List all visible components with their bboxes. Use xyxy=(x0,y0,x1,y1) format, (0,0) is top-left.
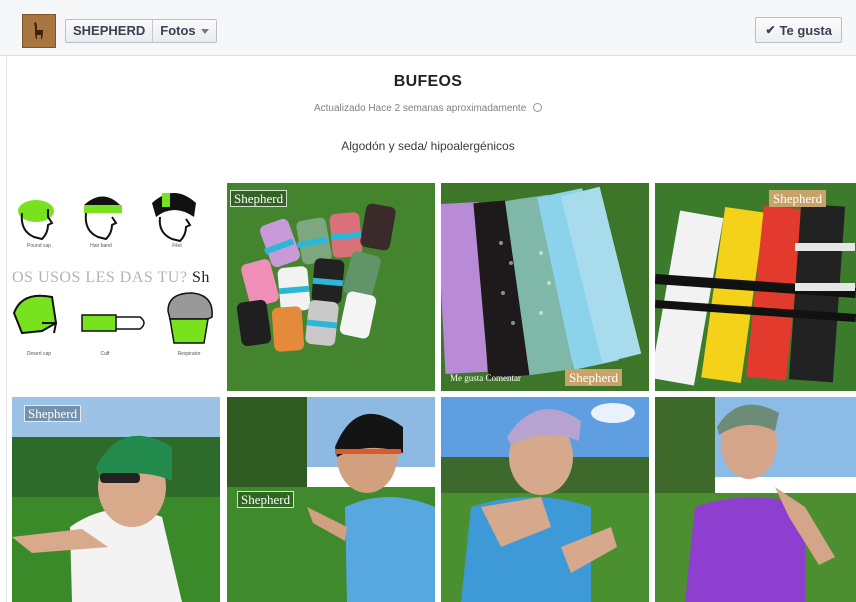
shepherd-watermark: Shepherd xyxy=(565,369,623,386)
head-desert-cap-illustration xyxy=(12,294,58,335)
page-header: SHEPHERD Fotos ✔ Te gusta xyxy=(0,0,856,56)
caret-down-icon xyxy=(200,28,209,34)
breadcrumb-page-name[interactable]: SHEPHERD xyxy=(66,20,152,42)
llama-logo-icon xyxy=(34,22,43,39)
photo-bufeos-flat-lay-pastel[interactable]: Me gusta Comentar Shepherd xyxy=(441,183,649,391)
head-respirator-illustration xyxy=(167,292,213,344)
album-updated-info: Actualizado Hace 2 semanas aproximadamen… xyxy=(0,103,856,114)
shepherd-watermark: Shepherd xyxy=(769,190,827,207)
caption-desert-cap: Desert cap xyxy=(26,351,52,357)
photo-bufeos-flat-lay-stripes[interactable]: Shepherd xyxy=(655,183,856,391)
head-filet-illustration xyxy=(152,193,196,243)
caption-filet: Filet xyxy=(172,243,182,249)
shepherd-watermark: Shepherd xyxy=(24,405,82,422)
shepherd-watermark: Shepherd xyxy=(230,190,288,207)
photo-man-black-bufeo[interactable]: Shepherd xyxy=(227,397,435,602)
album-updated-text: Actualizado Hace 2 semanas aproximadamen… xyxy=(313,103,527,114)
striped-bufeos-group xyxy=(655,203,856,386)
head-pound-cap-illustration xyxy=(18,200,54,241)
globe-icon xyxy=(533,103,543,112)
photo-man-green-bufeo[interactable]: Shepherd xyxy=(12,397,220,602)
photo-usage-infographic[interactable]: OS USOS LES DAS TU? Sh Pound cap Hair ba… xyxy=(12,183,220,391)
usage-headline: OS USOS LES DAS TU? Sh xyxy=(12,269,210,286)
like-button[interactable]: ✔ Te gusta xyxy=(755,17,842,43)
checkmark-icon: ✔ xyxy=(765,23,776,37)
caption-respirator: Respirator xyxy=(177,351,201,357)
breadcrumb: SHEPHERD Fotos xyxy=(65,19,217,43)
caption-hair-band: Hair band xyxy=(90,243,112,249)
photos-dropdown[interactable]: Fotos xyxy=(152,20,215,42)
photo-actions-overlay: Me gusta Comentar xyxy=(450,373,521,383)
content-border xyxy=(6,56,7,602)
photo-man-lilac-bufeo[interactable] xyxy=(441,397,649,602)
album-title: BUFEOS xyxy=(393,73,463,90)
head-hair-band-illustration xyxy=(84,196,122,241)
photo-rolled-bufeos[interactable]: Shepherd xyxy=(227,183,435,391)
photos-dropdown-label: Fotos xyxy=(160,23,196,38)
shepherd-watermark: Shepherd xyxy=(237,491,295,508)
wrist-cuff-illustration xyxy=(81,314,145,332)
caption-cuff: Cuff xyxy=(100,351,110,357)
album-description: Algodón y seda/ hipoalergénicos xyxy=(341,139,515,153)
caption-pound-cap: Pound cap xyxy=(27,243,51,249)
page-profile-thumbnail[interactable] xyxy=(22,14,56,48)
like-button-label: Te gusta xyxy=(779,22,833,38)
photo-man-grey-bufeo[interactable] xyxy=(655,397,856,602)
